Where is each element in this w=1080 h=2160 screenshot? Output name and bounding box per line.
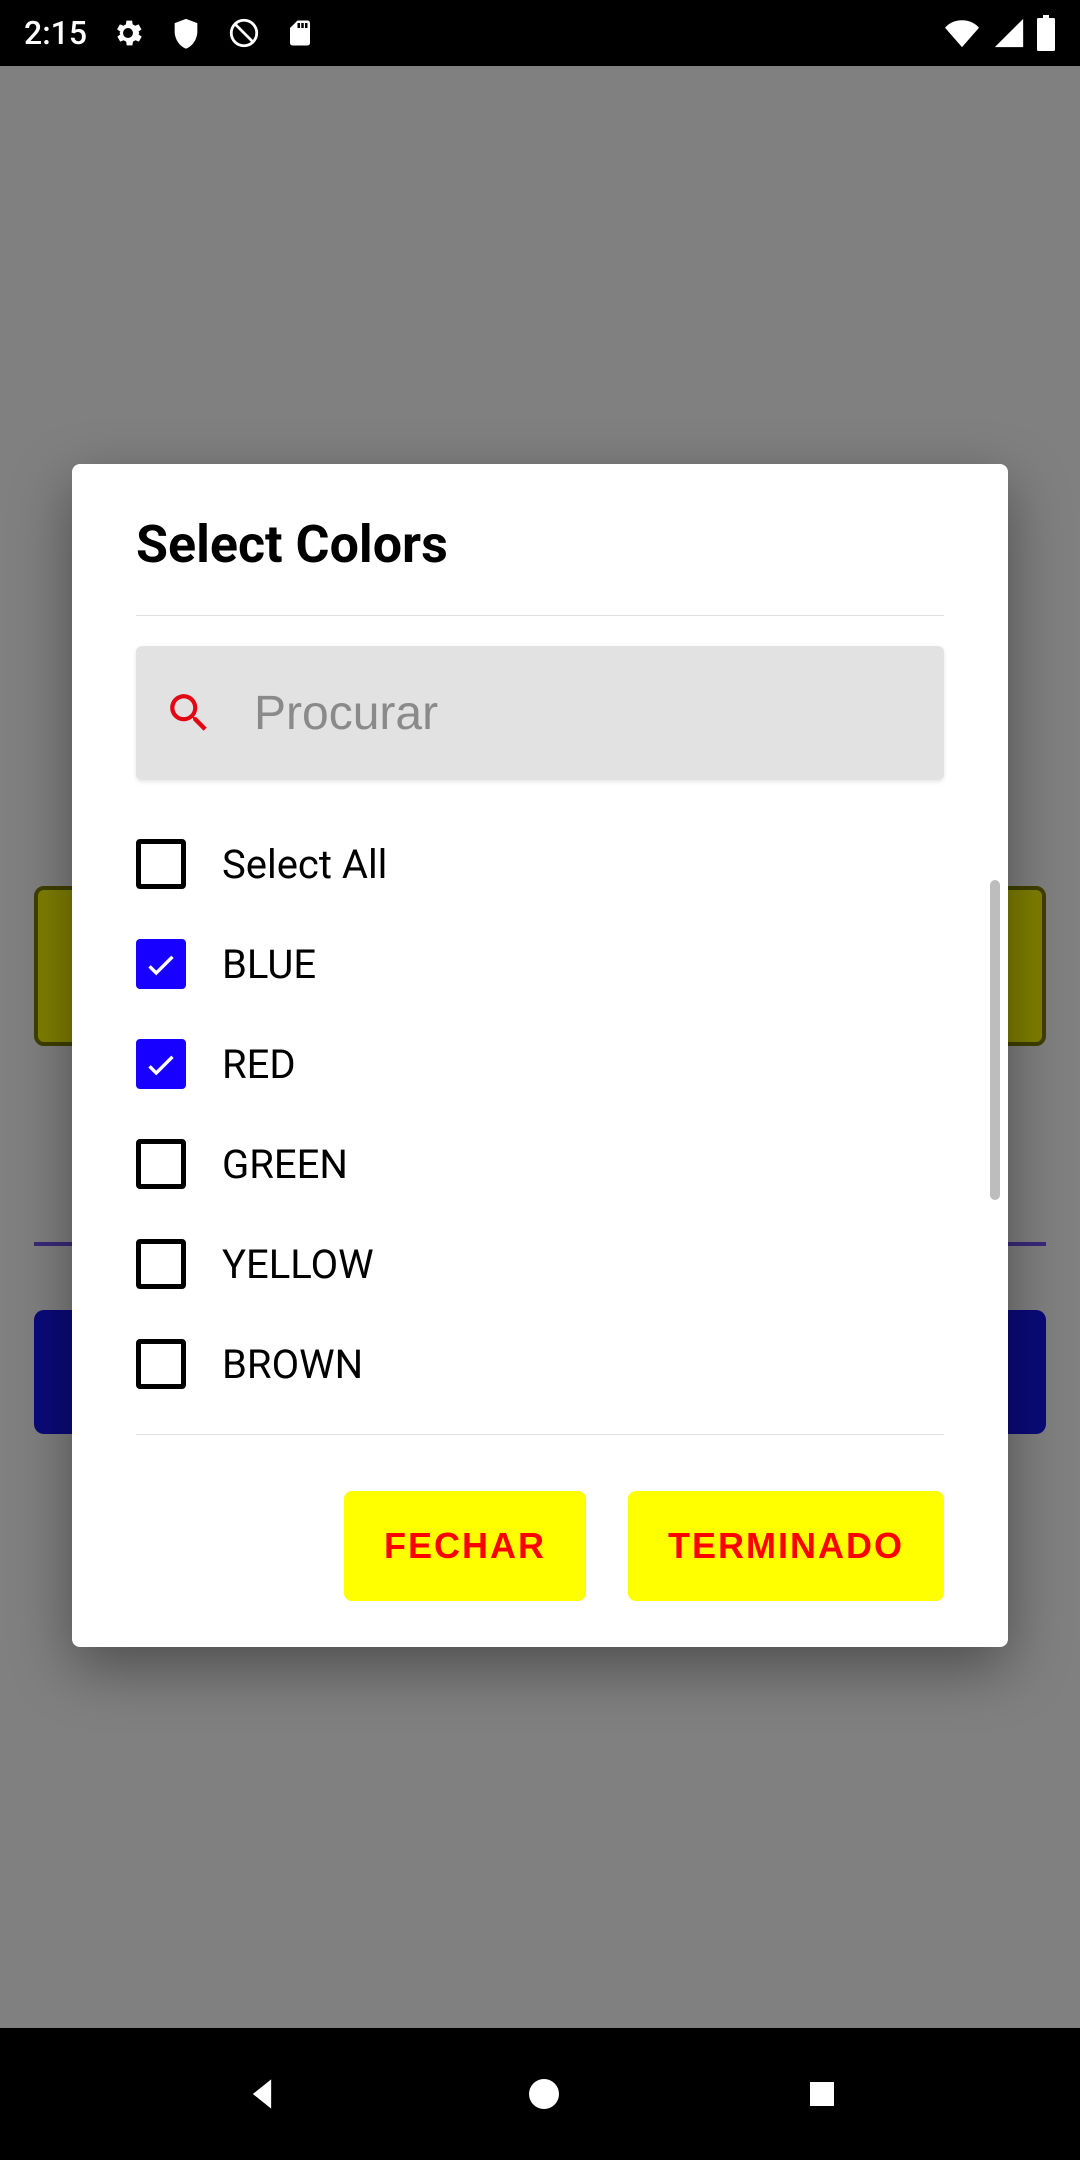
select-colors-dialog: Select Colors Select All BLUE RED GREEN …	[72, 464, 1008, 1647]
option-label: GREEN	[222, 1141, 348, 1188]
option-label: RED	[222, 1041, 296, 1088]
shield-icon	[169, 16, 203, 50]
wifi-icon	[942, 16, 982, 50]
divider	[136, 615, 944, 616]
checkbox-icon	[136, 839, 186, 889]
search-icon	[164, 688, 214, 738]
sd-card-icon	[285, 16, 315, 50]
status-bar: 2:15	[0, 0, 1080, 66]
checkbox-icon	[136, 1139, 186, 1189]
battery-icon	[1036, 15, 1056, 51]
option-label: BROWN	[222, 1341, 363, 1388]
home-icon[interactable]	[524, 2074, 564, 2114]
done-button[interactable]: TERMINADO	[628, 1491, 944, 1601]
checkbox-icon	[136, 1339, 186, 1389]
close-button[interactable]: FECHAR	[344, 1491, 586, 1601]
gear-icon	[111, 16, 145, 50]
navigation-bar	[0, 2028, 1080, 2160]
dialog-title: Select Colors	[72, 514, 1008, 615]
checkbox-checked-icon	[136, 1039, 186, 1089]
scrollbar[interactable]	[990, 880, 1000, 1200]
status-right	[942, 15, 1056, 51]
back-icon[interactable]	[240, 2072, 284, 2116]
option-red[interactable]: RED	[72, 1014, 1008, 1114]
dialog-actions: FECHAR TERMINADO	[72, 1435, 1008, 1601]
signal-icon	[992, 16, 1026, 50]
status-time: 2:15	[24, 14, 87, 52]
recent-icon[interactable]	[804, 2076, 840, 2112]
checkbox-checked-icon	[136, 939, 186, 989]
options-list: Select All BLUE RED GREEN YELLOW BROWN	[72, 804, 1008, 1414]
option-yellow[interactable]: YELLOW	[72, 1214, 1008, 1314]
option-green[interactable]: GREEN	[72, 1114, 1008, 1214]
option-label: Select All	[222, 841, 387, 888]
status-left: 2:15	[24, 14, 315, 52]
search-box[interactable]	[136, 646, 944, 780]
option-label: YELLOW	[222, 1241, 374, 1288]
select-all-option[interactable]: Select All	[72, 814, 1008, 914]
option-blue[interactable]: BLUE	[72, 914, 1008, 1014]
search-input[interactable]	[254, 686, 916, 741]
checkbox-icon	[136, 1239, 186, 1289]
option-brown[interactable]: BROWN	[72, 1314, 1008, 1414]
option-label: BLUE	[222, 941, 316, 988]
no-sim-icon	[227, 16, 261, 50]
